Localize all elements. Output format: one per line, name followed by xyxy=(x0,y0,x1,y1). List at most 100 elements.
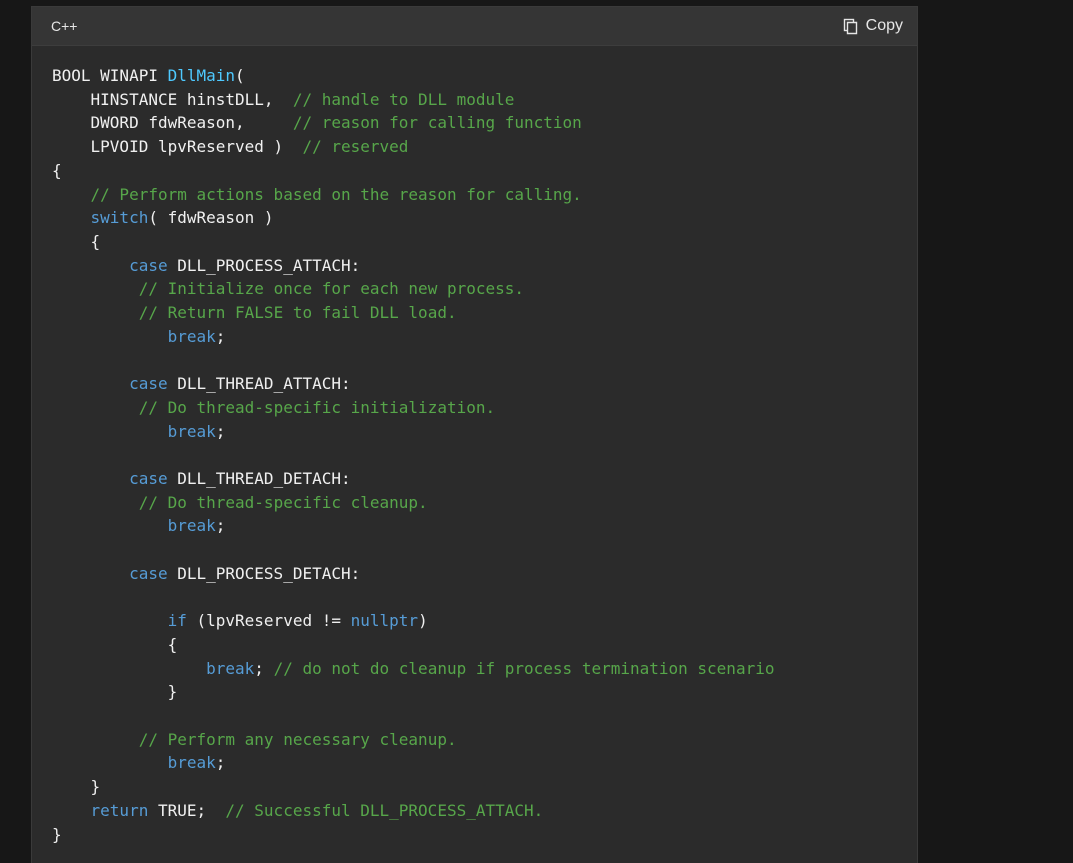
code-text-segment: ; xyxy=(215,421,226,441)
code-line: break; xyxy=(52,753,226,773)
code-line: break; // do not do cleanup if process t… xyxy=(52,659,774,678)
code-text-segment: TRUE; xyxy=(148,800,226,820)
code-line: case DLL_PROCESS_ATTACH: xyxy=(52,256,360,275)
code-text-segment xyxy=(52,374,129,393)
code-line: { xyxy=(52,231,101,251)
code-comment: // reason for calling function xyxy=(292,113,582,133)
code-text-segment: HINSTANCE hinstDLL, xyxy=(52,89,293,109)
code-text-segment: BOOL WINAPI xyxy=(52,66,168,85)
code-comment: // Perform actions based on the reason f… xyxy=(90,184,582,204)
code-keyword: break xyxy=(167,753,216,773)
code-text-segment xyxy=(52,185,91,204)
code-comment: // do not do cleanup if process terminat… xyxy=(273,658,775,678)
code-text-segment xyxy=(52,208,91,227)
code-text-segment: DLL_PROCESS_ATTACH: xyxy=(167,255,361,275)
code-text-segment: DLL_THREAD_DETACH: xyxy=(167,468,351,488)
code-text-segment xyxy=(52,469,129,488)
code-keyword: case xyxy=(129,255,168,275)
code-line: // Initialize once for each new process. xyxy=(52,279,524,298)
code-comment: // Successful DLL_PROCESS_ATTACH. xyxy=(225,800,544,820)
code-line: { xyxy=(52,161,62,180)
code-text-segment xyxy=(52,398,139,417)
code-keyword: return xyxy=(90,800,149,820)
code-keyword: case xyxy=(129,374,168,394)
code-text-segment xyxy=(52,801,91,820)
code-line: switch( fdwReason ) xyxy=(52,208,274,227)
code-text-segment xyxy=(52,611,168,630)
code-line: // Perform any necessary cleanup. xyxy=(52,730,457,749)
code-body: BOOL WINAPI DllMain( HINSTANCE hinstDLL,… xyxy=(32,46,917,846)
code-text: BOOL WINAPI DllMain( HINSTANCE hinstDLL,… xyxy=(52,64,917,846)
code-line: // Do thread-specific initialization. xyxy=(52,398,495,417)
code-line: case DLL_THREAD_DETACH: xyxy=(52,469,351,488)
code-text-segment xyxy=(52,279,139,298)
code-text-segment: ; xyxy=(215,753,226,773)
code-keyword: case xyxy=(129,468,168,488)
code-comment: // handle to DLL module xyxy=(292,89,515,109)
code-keyword: break xyxy=(167,326,216,346)
code-text-segment: DLL_PROCESS_DETACH: xyxy=(167,563,361,583)
code-line: } xyxy=(52,682,178,702)
code-text-segment xyxy=(52,422,168,441)
code-line: break; xyxy=(52,421,226,441)
code-line: HINSTANCE hinstDLL, // handle to DLL mod… xyxy=(52,89,515,109)
code-keyword: if xyxy=(167,611,187,631)
code-line: { xyxy=(52,634,178,654)
code-comment: // Do thread-specific cleanup. xyxy=(138,492,428,512)
code-block-card: C++ Copy BOOL WINAPI DllMain( HINSTANCE … xyxy=(31,6,918,863)
code-comment: // Do thread-specific initialization. xyxy=(138,397,496,417)
code-line: if (lpvReserved != nullptr) xyxy=(52,611,428,630)
code-text-segment: ( xyxy=(235,66,245,85)
code-text-segment: ) xyxy=(418,611,428,631)
code-text-segment: ( fdwReason ) xyxy=(148,208,274,228)
code-comment: // Perform any necessary cleanup. xyxy=(138,729,457,749)
code-text-segment: } xyxy=(52,824,62,844)
code-text-segment: DWORD fdwReason, xyxy=(52,113,293,133)
language-label: C++ xyxy=(51,18,78,34)
code-text-segment: { xyxy=(52,231,101,251)
code-line: // Return FALSE to fail DLL load. xyxy=(52,303,457,322)
code-text-segment xyxy=(52,493,139,512)
code-line: case DLL_PROCESS_DETACH: xyxy=(52,564,360,583)
code-text-segment: (lpvReserved != xyxy=(186,611,351,631)
code-text-segment: ; xyxy=(215,516,226,536)
code-text-segment: } xyxy=(52,777,101,797)
code-line: LPVOID lpvReserved ) // reserved xyxy=(52,137,409,157)
code-line: // Perform actions based on the reason f… xyxy=(52,185,582,204)
code-text-segment: { xyxy=(52,160,62,180)
code-line: return TRUE; // Successful DLL_PROCESS_A… xyxy=(52,800,544,820)
code-comment: // reserved xyxy=(302,137,409,157)
code-text-segment xyxy=(52,659,206,678)
code-text-segment xyxy=(52,564,129,583)
code-function-name: DllMain xyxy=(167,66,236,85)
code-text-segment: } xyxy=(52,682,178,702)
code-line: case DLL_THREAD_ATTACH: xyxy=(52,374,351,393)
copy-button[interactable]: Copy xyxy=(843,15,903,37)
copy-icon xyxy=(843,18,859,35)
code-text-segment: DLL_THREAD_ATTACH: xyxy=(167,374,351,394)
code-block-header: C++ Copy xyxy=(32,7,917,46)
code-text-segment xyxy=(52,303,139,322)
code-text-segment: LPVOID lpvReserved ) xyxy=(52,137,303,157)
code-text-segment xyxy=(52,327,168,346)
code-keyword: break xyxy=(206,658,255,678)
code-keyword: case xyxy=(129,563,168,583)
code-keyword: break xyxy=(167,516,216,536)
code-keyword: switch xyxy=(90,208,149,228)
code-line: break; xyxy=(52,326,226,346)
code-text-segment xyxy=(52,753,168,772)
code-line: } xyxy=(52,825,62,844)
code-line: DWORD fdwReason, // reason for calling f… xyxy=(52,113,582,132)
code-line: BOOL WINAPI DllMain( xyxy=(52,66,245,85)
code-comment: // Return FALSE to fail DLL load. xyxy=(138,303,457,323)
code-text-segment: ; xyxy=(254,658,274,678)
code-text-segment xyxy=(52,256,129,275)
code-text-segment: ; xyxy=(215,326,226,346)
copy-button-label: Copy xyxy=(865,17,903,34)
code-text-segment xyxy=(52,730,139,749)
code-line: break; xyxy=(52,516,226,536)
code-line: // Do thread-specific cleanup. xyxy=(52,493,428,512)
code-text-segment xyxy=(52,516,168,535)
code-keyword: nullptr xyxy=(350,611,419,631)
code-text-segment: { xyxy=(52,634,178,654)
